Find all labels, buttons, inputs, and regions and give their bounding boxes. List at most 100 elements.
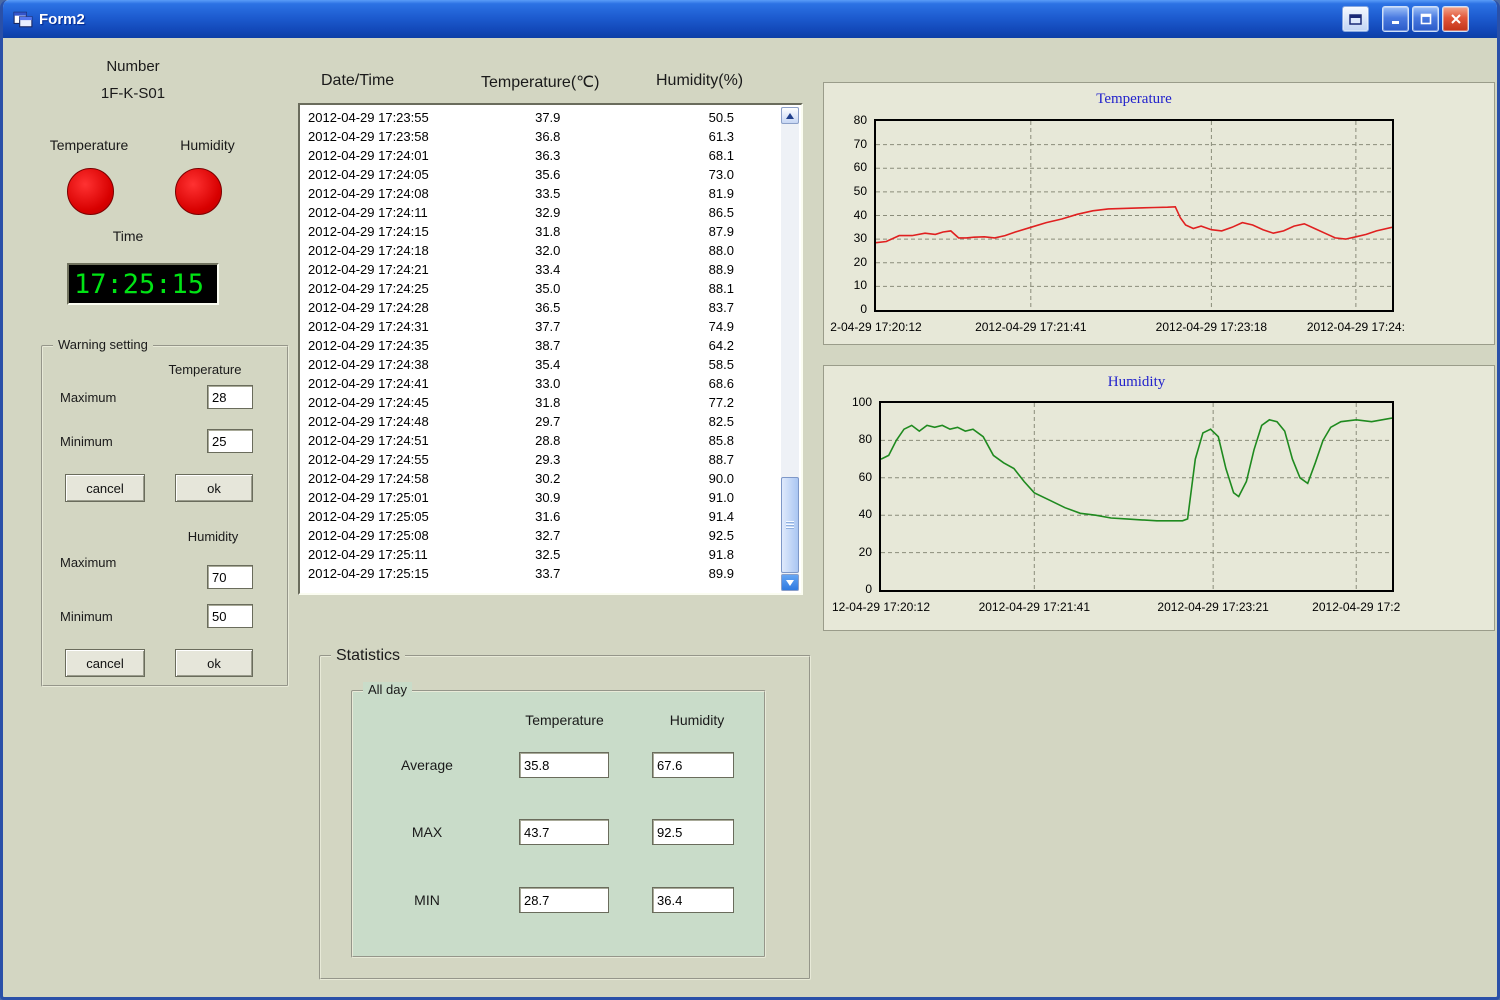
table-row[interactable]: 2012-04-29 17:24:5128.885.8 xyxy=(302,431,780,450)
table-cell: 37.7 xyxy=(493,317,603,336)
table-row[interactable]: 2012-04-29 17:24:3835.458.5 xyxy=(302,355,780,374)
y-tick-label: 0 xyxy=(824,302,867,316)
table-row[interactable]: 2012-04-29 17:25:1533.789.9 xyxy=(302,564,780,583)
table-cell: 2012-04-29 17:24:08 xyxy=(302,184,493,203)
table-row[interactable]: 2012-04-29 17:23:5537.950.5 xyxy=(302,108,780,127)
table-row[interactable]: 2012-04-29 17:25:0130.991.0 xyxy=(302,488,780,507)
y-tick-label: 50 xyxy=(824,184,867,198)
scrollbar-thumb[interactable] xyxy=(781,477,799,573)
app-icon xyxy=(13,9,33,29)
scroll-up-button[interactable] xyxy=(781,107,799,124)
temperature-line-chart xyxy=(876,121,1392,310)
header-temperature: Temperature(℃) xyxy=(481,72,599,92)
stats-max-label: MAX xyxy=(377,824,477,840)
table-cell: 2012-04-29 17:24:55 xyxy=(302,450,493,469)
all-day-group: All day Temperature Humidity Average MAX… xyxy=(351,690,766,958)
min-temperature-value[interactable] xyxy=(519,887,609,913)
table-row[interactable]: 2012-04-29 17:24:4829.782.5 xyxy=(302,412,780,431)
table-cell: 91.8 xyxy=(663,545,780,564)
warning-humidity-section-label: Humidity xyxy=(163,529,263,544)
table-row[interactable]: 2012-04-29 17:24:0833.581.9 xyxy=(302,184,780,203)
table-row[interactable]: 2012-04-29 17:24:2535.088.1 xyxy=(302,279,780,298)
statistics-group: Statistics All day Temperature Humidity … xyxy=(319,655,811,980)
table-row[interactable]: 2012-04-29 17:24:2133.488.9 xyxy=(302,260,780,279)
table-cell: 2012-04-29 17:24:21 xyxy=(302,260,493,279)
minimize-button[interactable] xyxy=(1382,6,1409,32)
table-cell: 88.1 xyxy=(663,279,780,298)
scrollbar[interactable] xyxy=(781,107,799,591)
humidity-line-chart xyxy=(881,403,1392,590)
table-row[interactable]: 2012-04-29 17:24:2836.583.7 xyxy=(302,298,780,317)
tray-button[interactable] xyxy=(1342,6,1369,32)
table-cell: 91.4 xyxy=(663,507,780,526)
y-tick-label: 80 xyxy=(824,432,872,446)
table-cell: 2012-04-29 17:24:41 xyxy=(302,374,493,393)
temperature-lamp-label: Temperature xyxy=(28,137,150,153)
humidity-minimum-input[interactable] xyxy=(207,604,253,628)
table-cell: 33.4 xyxy=(493,260,603,279)
clock-value: 17:25:15 xyxy=(74,269,204,300)
table-row[interactable]: 2012-04-29 17:24:1531.887.9 xyxy=(302,222,780,241)
table-row[interactable]: 2012-04-29 17:24:0136.368.1 xyxy=(302,146,780,165)
max-humidity-value[interactable] xyxy=(652,819,734,845)
humidity-maximum-input[interactable] xyxy=(207,565,253,589)
y-tick-label: 70 xyxy=(824,137,867,151)
temperature-chart-panel: Temperature 010203040506070802-04-29 17:… xyxy=(823,82,1495,345)
table-cell: 30.9 xyxy=(493,488,603,507)
maximize-icon xyxy=(1420,13,1432,25)
average-humidity-value[interactable] xyxy=(652,752,734,778)
table-cell: 32.7 xyxy=(493,526,603,545)
stats-average-label: Average xyxy=(377,757,477,773)
table-cell: 2012-04-29 17:24:38 xyxy=(302,355,493,374)
table-cell: 30.2 xyxy=(493,469,603,488)
table-cell: 36.3 xyxy=(493,146,603,165)
y-tick-label: 20 xyxy=(824,545,872,559)
y-tick-label: 40 xyxy=(824,507,872,521)
average-temperature-value[interactable] xyxy=(519,752,609,778)
table-cell: 2012-04-29 17:24:48 xyxy=(302,412,493,431)
temperature-cancel-button[interactable]: cancel xyxy=(65,474,145,502)
close-button[interactable] xyxy=(1442,6,1469,32)
title-bar[interactable]: Form2 xyxy=(3,0,1497,38)
time-label: Time xyxy=(78,228,178,244)
min-humidity-value[interactable] xyxy=(652,887,734,913)
humidity-ok-button[interactable]: ok xyxy=(175,649,253,677)
table-cell: 88.7 xyxy=(663,450,780,469)
table-row[interactable]: 2012-04-29 17:25:0531.691.4 xyxy=(302,507,780,526)
table-row[interactable]: 2012-04-29 17:24:1132.986.5 xyxy=(302,203,780,222)
scroll-down-button[interactable] xyxy=(781,574,799,591)
table-row[interactable]: 2012-04-29 17:24:3137.774.9 xyxy=(302,317,780,336)
window-title: Form2 xyxy=(39,11,85,28)
table-row[interactable]: 2012-04-29 17:24:0535.673.0 xyxy=(302,165,780,184)
table-cell: 35.4 xyxy=(493,355,603,374)
table-cell: 2012-04-29 17:25:08 xyxy=(302,526,493,545)
statistics-title: Statistics xyxy=(331,647,405,665)
humidity-cancel-button[interactable]: cancel xyxy=(65,649,145,677)
table-row[interactable]: 2012-04-29 17:24:4133.068.6 xyxy=(302,374,780,393)
temperature-minimum-label: Minimum xyxy=(60,434,113,449)
table-cell: 2012-04-29 17:24:58 xyxy=(302,469,493,488)
header-datetime: Date/Time xyxy=(321,72,394,90)
max-temperature-value[interactable] xyxy=(519,819,609,845)
table-row[interactable]: 2012-04-29 17:24:5830.290.0 xyxy=(302,469,780,488)
table-row[interactable]: 2012-04-29 17:24:5529.388.7 xyxy=(302,450,780,469)
main-window: Form2 Number 1F-K-S01 Temperature Humidi… xyxy=(0,0,1500,1000)
temperature-ok-button[interactable]: ok xyxy=(175,474,253,502)
table-cell: 82.5 xyxy=(663,412,780,431)
table-row[interactable]: 2012-04-29 17:25:0832.792.5 xyxy=(302,526,780,545)
table-row[interactable]: 2012-04-29 17:24:1832.088.0 xyxy=(302,241,780,260)
table-row[interactable]: 2012-04-29 17:25:1132.591.8 xyxy=(302,545,780,564)
x-tick-label: 2012-04-29 17:23:21 xyxy=(1157,600,1268,614)
table-row[interactable]: 2012-04-29 17:24:3538.764.2 xyxy=(302,336,780,355)
maximize-button[interactable] xyxy=(1412,6,1439,32)
temperature-minimum-input[interactable] xyxy=(207,429,253,453)
table-cell: 2012-04-29 17:25:15 xyxy=(302,564,493,583)
temperature-maximum-input[interactable] xyxy=(207,385,253,409)
table-cell: 89.9 xyxy=(663,564,780,583)
table-row[interactable]: 2012-04-29 17:23:5836.861.3 xyxy=(302,127,780,146)
x-tick-label: 2012-04-29 17:23:18 xyxy=(1156,320,1267,334)
temperature-alarm-lamp xyxy=(67,168,114,215)
table-row[interactable]: 2012-04-29 17:24:4531.877.2 xyxy=(302,393,780,412)
log-list[interactable]: 2012-04-29 17:23:5537.950.52012-04-29 17… xyxy=(298,103,803,595)
table-cell: 38.7 xyxy=(493,336,603,355)
